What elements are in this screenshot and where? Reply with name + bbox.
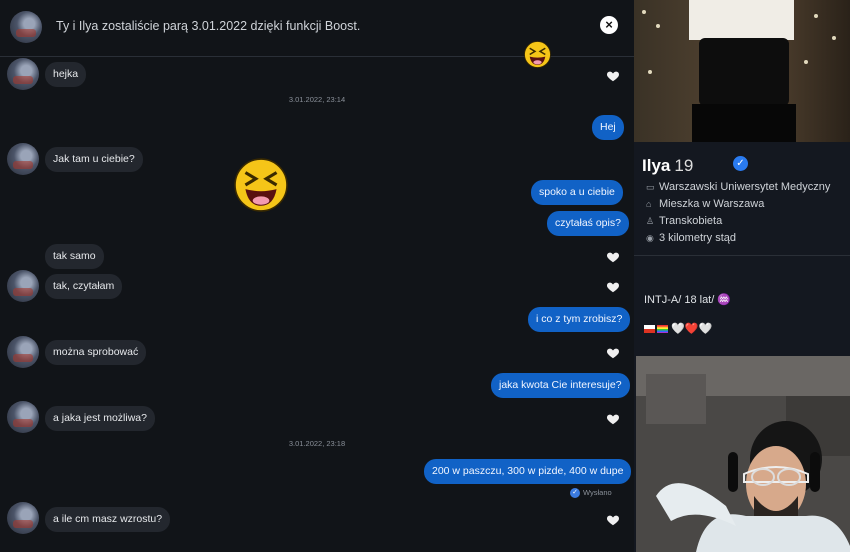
- profile-city: ⌂ Mieszka w Warszawa: [646, 198, 765, 210]
- streamer-video: [636, 356, 850, 552]
- sender-avatar[interactable]: [7, 502, 39, 534]
- message-incoming: tak, czytałam: [45, 274, 123, 299]
- profile-name: Ilya 19: [642, 156, 694, 175]
- sender-avatar[interactable]: [7, 143, 39, 175]
- profile-bio-emojis: 🤍❤️🤍: [644, 322, 712, 335]
- profile-school: ▭ Warszawski Uniwersytet Medyczny: [646, 181, 831, 193]
- message-outgoing: jaka kwota Cie interesuje?: [491, 373, 630, 398]
- laughing-emoji-icon: [524, 41, 551, 68]
- like-heart-icon[interactable]: [606, 250, 620, 264]
- message-incoming: Jak tam u ciebie?: [45, 147, 143, 172]
- verified-badge-icon: ✓: [733, 156, 748, 171]
- like-heart-icon[interactable]: [606, 69, 620, 83]
- streamer-webcam-overlay: [636, 356, 850, 552]
- person-icon: ♙: [646, 216, 655, 226]
- message-outgoing: spoko a u ciebie: [531, 180, 623, 205]
- delivery-status: ✓ Wysłano: [570, 488, 612, 499]
- message-incoming: a jaka jest możliwa?: [45, 406, 155, 431]
- message-outgoing: i co z tym zrobisz?: [528, 307, 631, 332]
- profile-photo[interactable]: [634, 0, 850, 142]
- sender-avatar[interactable]: [7, 336, 39, 368]
- timestamp-divider: 3.01.2022, 23:14: [288, 95, 346, 104]
- home-icon: ⌂: [646, 199, 652, 209]
- message-outgoing: 200 w paszczu, 300 w pizde, 400 w dupe: [424, 459, 632, 484]
- laughing-emoji-icon: [234, 158, 288, 212]
- sender-avatar[interactable]: [7, 401, 39, 433]
- message-incoming: można sprobować: [45, 340, 147, 365]
- profile-distance: ◉ 3 kilometry stąd: [646, 232, 737, 244]
- match-avatar[interactable]: [10, 11, 42, 43]
- message-incoming: hejka: [45, 62, 87, 87]
- school-icon: ▭: [646, 182, 655, 192]
- chat-panel: Ty i Ilya zostaliście parą 3.01.2022 dzi…: [0, 0, 634, 552]
- message-outgoing: czytałaś opis?: [547, 211, 629, 236]
- message-incoming: tak samo: [45, 244, 104, 269]
- close-icon[interactable]: ×: [600, 16, 618, 34]
- sender-avatar[interactable]: [7, 58, 39, 90]
- like-heart-icon[interactable]: [606, 513, 620, 527]
- match-info-text: Ty i Ilya zostaliście parą 3.01.2022 dzi…: [56, 19, 361, 33]
- message-incoming: a ile cm masz wzrostu?: [45, 507, 171, 532]
- profile-bio: INTJ-A/ 18 lat/ ♒: [644, 294, 732, 306]
- divider: [634, 255, 850, 256]
- like-heart-icon[interactable]: [606, 412, 620, 426]
- timestamp-divider: 3.01.2022, 23:18: [288, 439, 346, 448]
- like-heart-icon[interactable]: [606, 346, 620, 360]
- profile-gender: ♙ Transkobieta: [646, 215, 723, 227]
- like-heart-icon[interactable]: [606, 280, 620, 294]
- sender-avatar[interactable]: [7, 270, 39, 302]
- rainbow-flag-icon: [657, 325, 668, 334]
- poland-flag-icon: [644, 325, 655, 334]
- location-icon: ◉: [646, 233, 654, 243]
- check-icon: ✓: [570, 488, 580, 499]
- message-outgoing: Hej: [592, 115, 624, 140]
